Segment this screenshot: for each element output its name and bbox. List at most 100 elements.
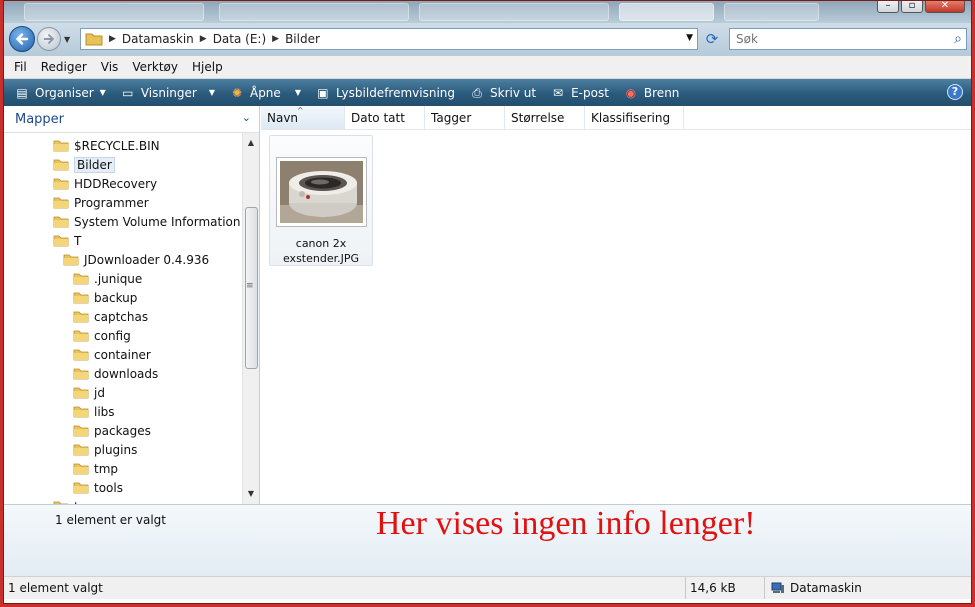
tree-item[interactable]: config <box>73 326 131 345</box>
views-icon: ▭ <box>122 85 134 100</box>
taskbar-tab[interactable] <box>24 3 204 21</box>
search-input[interactable] <box>734 30 934 48</box>
tree-item[interactable]: temp <box>53 497 105 504</box>
column-rating-label: Klassifisering <box>591 110 671 125</box>
email-label: E-post <box>571 85 609 100</box>
column-date-label: Dato tatt <box>351 110 405 125</box>
back-button[interactable] <box>9 26 35 52</box>
organize-icon: ▤ <box>16 85 28 100</box>
breadcrumb-computer[interactable]: Datamaskin <box>122 32 194 46</box>
taskbar-tab[interactable] <box>724 3 819 21</box>
folder-icon <box>53 197 69 209</box>
file-name-line: exstender.JPG <box>282 252 360 265</box>
scroll-down-icon[interactable]: ▼ <box>243 486 259 502</box>
tree-item[interactable]: backup <box>73 288 137 307</box>
folders-header[interactable]: Mapper ⌄ <box>4 106 259 133</box>
taskbar-tab[interactable] <box>419 3 609 21</box>
taskbar-tab[interactable] <box>219 3 409 21</box>
folder-icon <box>53 178 69 190</box>
menu-help[interactable]: Hjelp <box>192 60 223 74</box>
tree-item[interactable]: plugins <box>73 440 137 459</box>
menu-view[interactable]: Vis <box>101 60 119 74</box>
open-button[interactable]: ✺ Åpne ▼ <box>229 86 301 100</box>
print-label: Skriv ut <box>490 85 537 100</box>
tree-item[interactable]: packages <box>73 421 151 440</box>
tree-item[interactable]: $RECYCLE.BIN <box>53 136 160 155</box>
address-bar[interactable]: ▶ Datamaskin ▶ Data (E:) ▶ Bilder ▼ <box>80 28 698 50</box>
menu-edit[interactable]: Rediger <box>41 60 87 74</box>
chevron-right-icon[interactable]: ▶ <box>109 34 116 44</box>
folder-icon <box>73 425 89 437</box>
maximize-button[interactable]: ▫ <box>901 1 923 13</box>
slideshow-button[interactable]: ▣ Lysbildefremvisning <box>315 86 455 100</box>
photo-thumbnail <box>280 161 363 223</box>
recent-pages-dropdown[interactable]: ▼ <box>64 35 70 44</box>
column-size[interactable]: Størrelse <box>505 106 585 129</box>
tree-item[interactable]: jd <box>73 383 105 402</box>
organize-button[interactable]: ▤ Organiser ▼ <box>14 85 106 100</box>
column-rating[interactable]: Klassifisering <box>585 106 684 129</box>
email-button[interactable]: ✉ E-post <box>550 86 609 100</box>
refresh-button[interactable]: ⟳ <box>702 29 722 49</box>
help-button[interactable]: ? <box>947 84 963 100</box>
tree-item[interactable]: libs <box>73 402 115 421</box>
views-button[interactable]: ▭ Visninger ▼ <box>120 86 215 100</box>
chevron-down-icon: ▼ <box>99 88 106 97</box>
file-item[interactable]: canon 2x exstender.JPG <box>269 135 373 266</box>
tree-item-label: container <box>94 347 151 362</box>
print-button[interactable]: ⎙ Skriv ut <box>469 86 536 100</box>
taskbar-tab[interactable] <box>619 3 714 21</box>
folder-icon <box>85 33 103 46</box>
breadcrumb-folder[interactable]: Bilder <box>285 32 320 46</box>
tree-item[interactable]: Programmer <box>53 193 149 212</box>
printer-icon: ⎙ <box>472 85 482 100</box>
tree-item[interactable]: Bilder <box>53 155 115 174</box>
folder-icon <box>73 292 89 304</box>
tree-item[interactable]: T <box>53 231 81 250</box>
open-icon: ✺ <box>231 85 243 100</box>
menu-tools[interactable]: Verktøy <box>132 60 178 74</box>
tree-item-label: plugins <box>94 442 138 457</box>
burn-button[interactable]: ◉ Brenn <box>623 86 680 100</box>
scroll-up-icon[interactable]: ▲ <box>243 135 259 151</box>
tree-item-label: Bilder <box>74 156 115 173</box>
tree-item-label: downloads <box>94 366 159 381</box>
search-icon[interactable]: ⌕ <box>954 31 962 47</box>
slideshow-icon: ▣ <box>317 85 329 100</box>
tree-scrollbar[interactable]: ▲ ≡ ▼ <box>242 133 259 504</box>
folder-tree: temp tools tmp plugins packages libs jd downloa… <box>4 133 259 504</box>
tree-item[interactable]: .junique <box>73 269 142 288</box>
tree-item[interactable]: captchas <box>73 307 148 326</box>
forward-button[interactable] <box>37 27 61 51</box>
chevron-right-icon[interactable]: ▶ <box>200 34 207 44</box>
menu-file[interactable]: Fil <box>14 60 27 74</box>
lens-extender-image <box>280 161 363 223</box>
tree-item-label: Programmer <box>74 195 149 210</box>
tree-item-label: captchas <box>94 309 149 324</box>
column-tags[interactable]: Tagger <box>425 106 505 129</box>
tree-item[interactable]: tools <box>73 478 123 497</box>
column-date-taken[interactable]: Dato tatt <box>345 106 425 129</box>
tree-item-label: tools <box>94 480 123 495</box>
breadcrumb-drive[interactable]: Data (E:) <box>213 32 266 46</box>
selection-count: 1 element er valgt <box>55 513 166 527</box>
column-name[interactable]: ^ Navn <box>261 106 345 129</box>
chevron-down-icon[interactable]: ⌄ <box>242 111 251 124</box>
tree-item-label: backup <box>94 290 138 305</box>
chevron-right-icon[interactable]: ▶ <box>272 34 279 44</box>
chevron-down-icon[interactable]: ▼ <box>686 33 693 43</box>
refresh-icon: ⟳ <box>705 30 719 48</box>
close-button[interactable]: ✕ <box>925 1 965 13</box>
tree-item[interactable]: downloads <box>73 364 158 383</box>
organize-label: Organiser <box>35 85 94 100</box>
folders-title: Mapper <box>15 111 65 127</box>
tree-item[interactable]: container <box>73 345 151 364</box>
tree-item[interactable]: tmp <box>73 459 118 478</box>
tree-item[interactable]: HDDRecovery <box>53 174 157 193</box>
explorer-window: – ▫ ✕ ▼ ▶ Datamaskin ▶ Data (E:) ▶ Bilde… <box>3 0 972 604</box>
minimize-button[interactable]: – <box>877 1 899 13</box>
tree-item[interactable]: JDownloader 0.4.936 <box>63 250 209 269</box>
tree-item[interactable]: System Volume Information <box>53 212 240 231</box>
chevron-down-icon: ▼ <box>294 88 301 97</box>
status-size: 14,6 kB <box>685 577 763 599</box>
